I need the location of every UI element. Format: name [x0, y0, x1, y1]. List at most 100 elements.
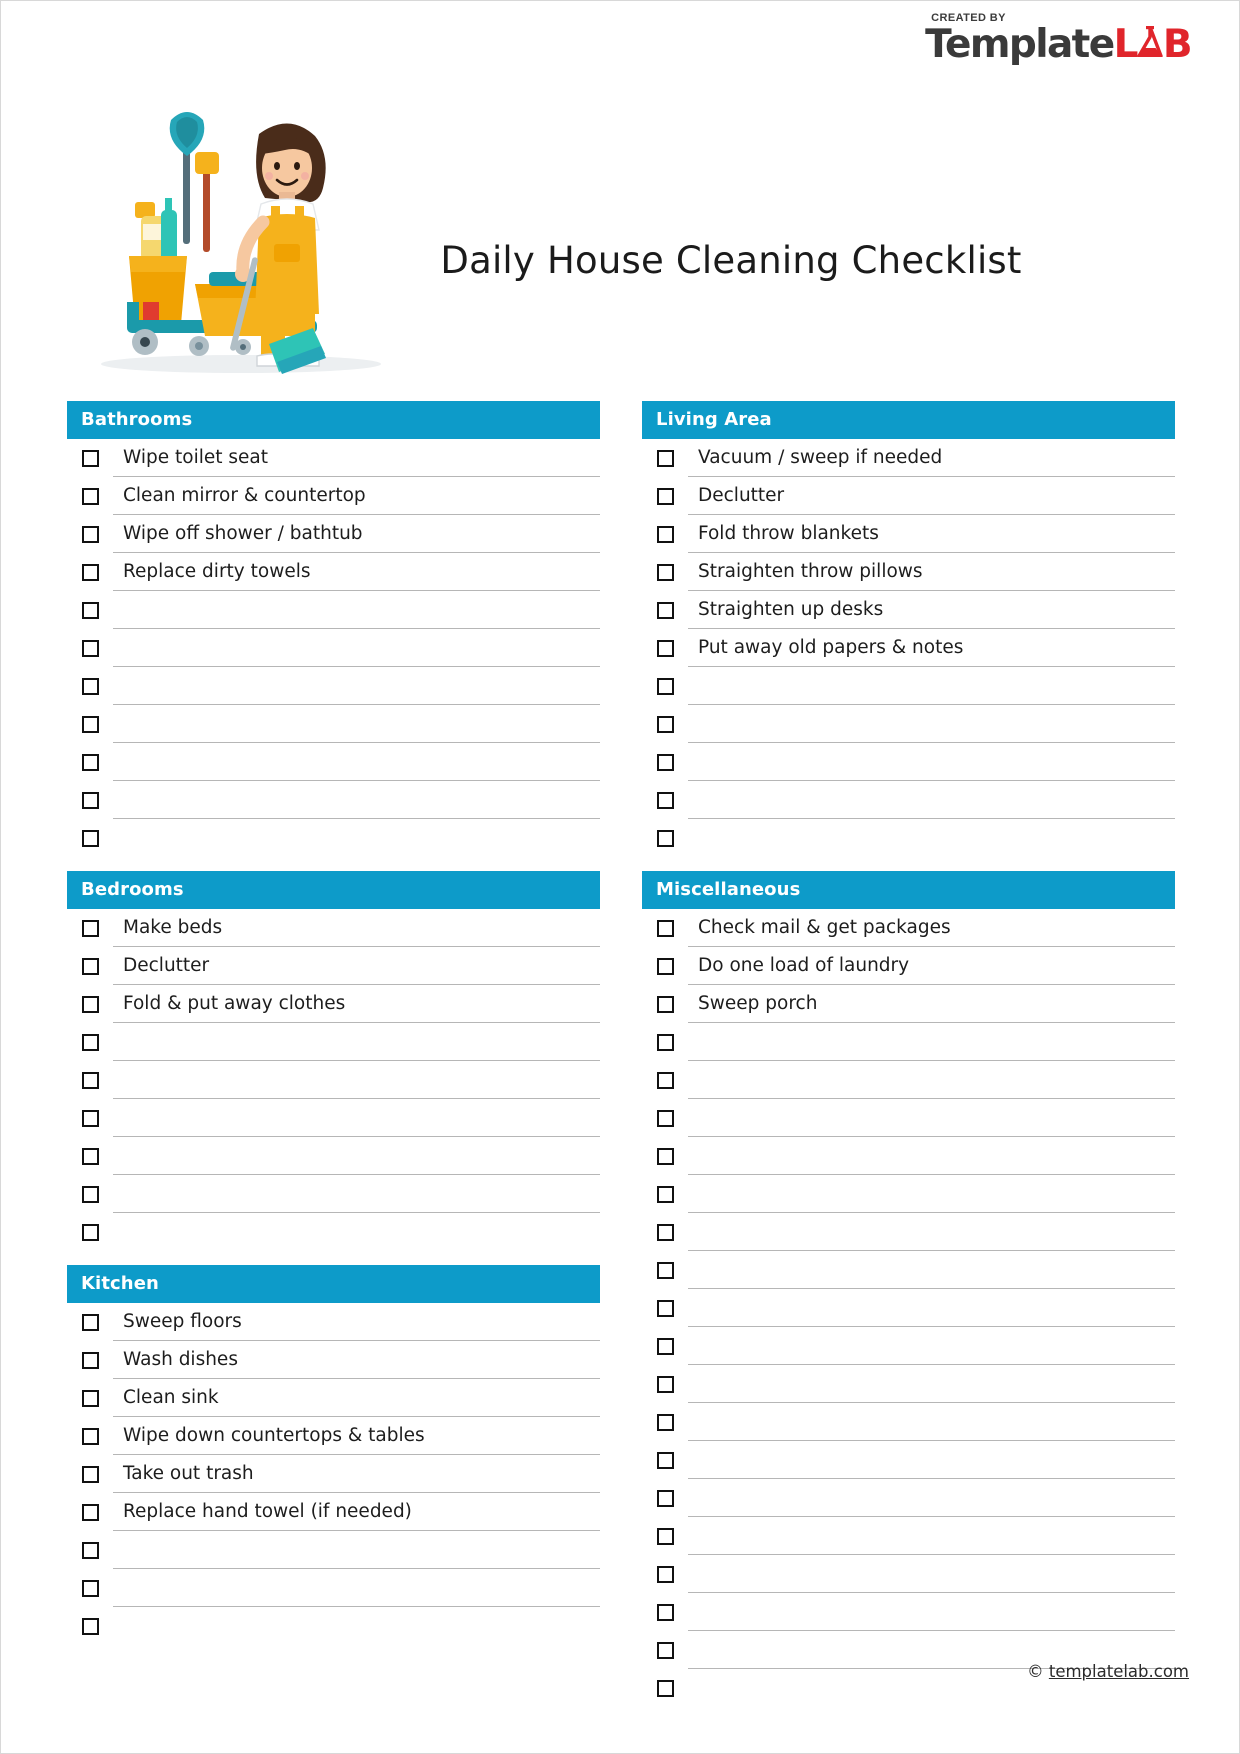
- checkbox-cell[interactable]: [642, 909, 688, 947]
- checkbox-icon[interactable]: [656, 829, 674, 847]
- checkbox-cell[interactable]: [67, 667, 113, 705]
- checkbox-icon[interactable]: [656, 957, 674, 975]
- checklist-item-label[interactable]: [113, 1531, 600, 1569]
- checklist-item-label[interactable]: [113, 1175, 600, 1213]
- checklist-item-label[interactable]: Straighten up desks: [688, 591, 1175, 629]
- checklist-item-label[interactable]: Straighten throw pillows: [688, 553, 1175, 591]
- checkbox-icon[interactable]: [656, 1147, 674, 1165]
- checkbox-icon[interactable]: [81, 1579, 99, 1597]
- checklist-item-label[interactable]: [688, 819, 1175, 857]
- checkbox-icon[interactable]: [656, 791, 674, 809]
- checkbox-cell[interactable]: [67, 1493, 113, 1531]
- checklist-item-label[interactable]: Do one load of laundry: [688, 947, 1175, 985]
- checklist-item-label[interactable]: [688, 705, 1175, 743]
- checkbox-cell[interactable]: [67, 1303, 113, 1341]
- checkbox-icon[interactable]: [81, 1313, 99, 1331]
- checkbox-icon[interactable]: [81, 1147, 99, 1165]
- checkbox-cell[interactable]: [642, 591, 688, 629]
- checklist-item-label[interactable]: [113, 743, 600, 781]
- checklist-item-label[interactable]: Wash dishes: [113, 1341, 600, 1379]
- checkbox-icon[interactable]: [656, 1527, 674, 1545]
- checklist-item-label[interactable]: Take out trash: [113, 1455, 600, 1493]
- checkbox-cell[interactable]: [642, 781, 688, 819]
- checkbox-cell[interactable]: [67, 439, 113, 477]
- checkbox-cell[interactable]: [642, 743, 688, 781]
- checkbox-icon[interactable]: [81, 1033, 99, 1051]
- checkbox-icon[interactable]: [656, 1223, 674, 1241]
- checkbox-cell[interactable]: [67, 1137, 113, 1175]
- checkbox-icon[interactable]: [81, 601, 99, 619]
- checkbox-cell[interactable]: [67, 909, 113, 947]
- checklist-item-label[interactable]: Clean mirror & countertop: [113, 477, 600, 515]
- checklist-item-label[interactable]: [113, 1607, 600, 1645]
- checkbox-cell[interactable]: [67, 743, 113, 781]
- checkbox-icon[interactable]: [656, 995, 674, 1013]
- checkbox-cell[interactable]: [67, 1175, 113, 1213]
- checkbox-icon[interactable]: [81, 791, 99, 809]
- checkbox-cell[interactable]: [642, 1327, 688, 1365]
- checklist-item-label[interactable]: [688, 1403, 1175, 1441]
- checklist-item-label[interactable]: [688, 1137, 1175, 1175]
- checkbox-cell[interactable]: [67, 477, 113, 515]
- checklist-item-label[interactable]: [688, 1327, 1175, 1365]
- checklist-item-label[interactable]: [688, 1517, 1175, 1555]
- checklist-item-label[interactable]: Sweep floors: [113, 1303, 600, 1341]
- checklist-item-label[interactable]: Vacuum / sweep if needed: [688, 439, 1175, 477]
- checkbox-cell[interactable]: [642, 1289, 688, 1327]
- checkbox-cell[interactable]: [67, 1455, 113, 1493]
- checkbox-cell[interactable]: [642, 553, 688, 591]
- checkbox-icon[interactable]: [656, 1565, 674, 1583]
- checkbox-icon[interactable]: [656, 1185, 674, 1203]
- checkbox-icon[interactable]: [656, 1337, 674, 1355]
- checkbox-icon[interactable]: [81, 1617, 99, 1635]
- checkbox-cell[interactable]: [642, 1669, 688, 1707]
- checklist-item-label[interactable]: Wipe off shower / bathtub: [113, 515, 600, 553]
- checkbox-cell[interactable]: [642, 1251, 688, 1289]
- checkbox-cell[interactable]: [642, 1403, 688, 1441]
- checkbox-cell[interactable]: [642, 1137, 688, 1175]
- checklist-item-label[interactable]: [113, 1061, 600, 1099]
- checklist-item-label[interactable]: Check mail & get packages: [688, 909, 1175, 947]
- checkbox-icon[interactable]: [656, 1489, 674, 1507]
- checklist-item-label[interactable]: Declutter: [113, 947, 600, 985]
- checkbox-icon[interactable]: [656, 449, 674, 467]
- checkbox-cell[interactable]: [642, 1061, 688, 1099]
- checkbox-icon[interactable]: [656, 753, 674, 771]
- checklist-item-label[interactable]: [688, 743, 1175, 781]
- checkbox-cell[interactable]: [642, 985, 688, 1023]
- checkbox-cell[interactable]: [642, 1175, 688, 1213]
- checkbox-cell[interactable]: [642, 1365, 688, 1403]
- checkbox-icon[interactable]: [656, 487, 674, 505]
- checklist-item-label[interactable]: [113, 591, 600, 629]
- checkbox-icon[interactable]: [81, 1109, 99, 1127]
- checkbox-cell[interactable]: [642, 947, 688, 985]
- checkbox-icon[interactable]: [81, 829, 99, 847]
- checkbox-cell[interactable]: [642, 629, 688, 667]
- checkbox-icon[interactable]: [656, 1071, 674, 1089]
- checkbox-cell[interactable]: [642, 1593, 688, 1631]
- checkbox-cell[interactable]: [67, 1341, 113, 1379]
- checkbox-cell[interactable]: [67, 1061, 113, 1099]
- checkbox-icon[interactable]: [656, 1375, 674, 1393]
- checklist-item-label[interactable]: Wipe toilet seat: [113, 439, 600, 477]
- checklist-item-label[interactable]: [113, 1213, 600, 1251]
- checklist-item-label[interactable]: [688, 667, 1175, 705]
- checkbox-cell[interactable]: [642, 1441, 688, 1479]
- checkbox-cell[interactable]: [642, 1555, 688, 1593]
- checklist-item-label[interactable]: [688, 1365, 1175, 1403]
- checkbox-cell[interactable]: [67, 1023, 113, 1061]
- checkbox-icon[interactable]: [656, 1299, 674, 1317]
- checkbox-cell[interactable]: [67, 705, 113, 743]
- checkbox-icon[interactable]: [81, 1541, 99, 1559]
- checkbox-icon[interactable]: [81, 1427, 99, 1445]
- checkbox-icon[interactable]: [81, 753, 99, 771]
- checkbox-cell[interactable]: [67, 1099, 113, 1137]
- checklist-item-label[interactable]: [688, 1479, 1175, 1517]
- checkbox-cell[interactable]: [642, 819, 688, 857]
- checklist-item-label[interactable]: [688, 1289, 1175, 1327]
- checklist-item-label[interactable]: Fold & put away clothes: [113, 985, 600, 1023]
- checkbox-icon[interactable]: [81, 995, 99, 1013]
- checkbox-icon[interactable]: [81, 1071, 99, 1089]
- checklist-item-label[interactable]: [688, 1023, 1175, 1061]
- checkbox-cell[interactable]: [642, 1213, 688, 1251]
